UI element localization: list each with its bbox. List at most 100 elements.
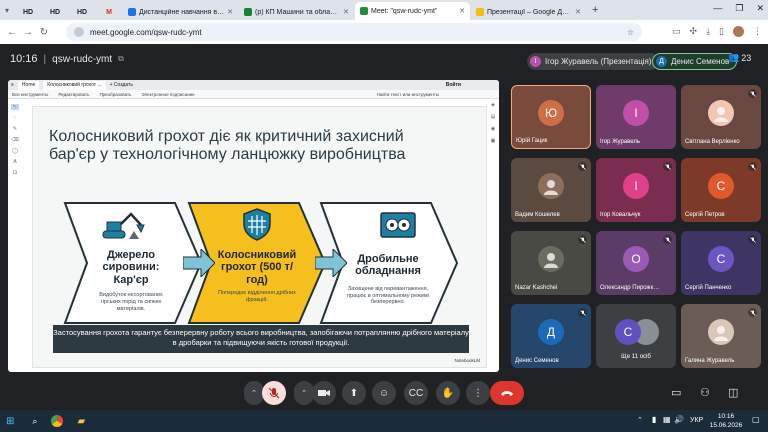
- rail-icon-3[interactable]: ◉: [491, 126, 495, 132]
- raise-hand-button[interactable]: ✋: [436, 381, 460, 405]
- camera-toggle-button[interactable]: [312, 381, 336, 405]
- presenting-pill[interactable]: І Ігор Журавель (Презентація): [527, 53, 659, 70]
- participant-tile[interactable]: Вадим Кошелев: [511, 158, 591, 222]
- bookmark-star-icon[interactable]: ☆: [627, 28, 634, 37]
- stamp-tool-icon[interactable]: ⊡: [13, 170, 17, 176]
- participant-tile[interactable]: С Ще 11 осіб: [596, 304, 676, 368]
- download-icon[interactable]: ⤓: [706, 26, 710, 37]
- tab-close-icon[interactable]: ✕: [459, 7, 465, 15]
- participant-tile[interactable]: Галина Журавель: [681, 304, 761, 368]
- participant-tile[interactable]: І Ігор Журавель: [596, 85, 676, 149]
- viewer-menu-2[interactable]: Преобразовать: [99, 92, 131, 97]
- more-options-button[interactable]: ⋮: [466, 381, 490, 405]
- chat-icon[interactable]: ▭: [671, 386, 681, 399]
- participant-tile[interactable]: Ю Юрій Гацик: [511, 85, 591, 149]
- participant-tile[interactable]: І Ігор Ковальчук: [596, 158, 676, 222]
- lasso-tool-icon[interactable]: ◯: [12, 148, 18, 154]
- camera-options-button[interactable]: ⌃: [294, 381, 314, 405]
- taskbar-hidden-icons[interactable]: ⌃: [637, 416, 643, 424]
- participant-avatar: С: [708, 173, 734, 200]
- present-screen-button[interactable]: ⬆: [342, 381, 366, 405]
- step1-desc: Видобуток несортованих гірських порід та…: [99, 291, 163, 312]
- notifications-icon[interactable]: ▢: [752, 415, 760, 424]
- step2-title: Колосниковий грохот (500 т/год): [217, 249, 297, 286]
- browser-tab-bar: ▾ HD HD HD M Дистанційне навчання в ВСП ✕ (р) …: [0, 0, 768, 20]
- browser-tab-1[interactable]: HD: [42, 4, 68, 20]
- sidepanel-icon[interactable]: ▯: [719, 26, 724, 37]
- rail-icon-4[interactable]: ▣: [491, 138, 496, 144]
- maximize-icon[interactable]: ❐: [735, 3, 743, 14]
- participant-tile[interactable]: Світлана Верліенко: [681, 85, 761, 149]
- viewer-tab-document[interactable]: Колосниковий грохот ...: [43, 80, 106, 90]
- tab-label: M: [106, 8, 112, 16]
- participant-name: Сергій Петров: [685, 212, 725, 218]
- participants-button[interactable]: 👥 23: [728, 52, 751, 63]
- participant-name: Ігор Журавель: [600, 139, 641, 145]
- select-tool-icon[interactable]: ↖: [11, 104, 19, 110]
- step1-title: Джерело сировини: Кар'єр: [102, 249, 160, 286]
- participant-tile[interactable]: С Сергій Петров: [681, 158, 761, 222]
- viewer-menu-icon[interactable]: ≡: [11, 82, 14, 88]
- windows-start-icon[interactable]: ⊞: [6, 416, 14, 427]
- taskbar-files-icon[interactable]: ▰: [77, 416, 85, 427]
- mic-options-button[interactable]: ⌃: [244, 381, 264, 405]
- rail-icon-2[interactable]: ▤: [491, 114, 496, 120]
- viewer-search[interactable]: Найти текст или инструменты: [377, 92, 439, 97]
- viewer-menu-0[interactable]: Все инструменты: [12, 92, 48, 97]
- tab-close-icon[interactable]: ✕: [227, 8, 233, 16]
- viewer-tab-home[interactable]: Home: [17, 80, 40, 90]
- browser-tab-2[interactable]: HD: [69, 4, 95, 20]
- back-icon[interactable]: ←: [4, 27, 20, 38]
- emoji-button[interactable]: ☺: [372, 381, 396, 405]
- participant-tile[interactable]: О Олександр Пирожк…: [596, 231, 676, 295]
- taskbar-search-icon[interactable]: ⌕: [32, 416, 37, 427]
- url-field[interactable]: meet.google.com/qsw-rudc-ymt ☆: [66, 23, 642, 41]
- browser-tab-6[interactable]: Meet: "qsw-rudc-ymt" ✕: [355, 2, 470, 20]
- self-pill[interactable]: Д Денис Семенов: [652, 53, 738, 70]
- reload-icon[interactable]: ↻: [36, 27, 52, 38]
- close-window-icon[interactable]: ✕: [756, 3, 764, 14]
- shield-grid-icon: [243, 208, 271, 241]
- leave-call-button[interactable]: [490, 381, 524, 405]
- new-tab-button[interactable]: +: [592, 4, 598, 16]
- tab-close-icon[interactable]: ✕: [343, 8, 349, 16]
- volume-icon[interactable]: 🔊: [674, 415, 684, 424]
- taskbar-clock[interactable]: 10:16 15.06.2026: [708, 412, 744, 430]
- browser-tab-7[interactable]: Презентації – Google Диск ✕: [471, 4, 586, 20]
- viewer-menu-3[interactable]: Электронное подписание: [141, 92, 194, 97]
- tab-list-icon[interactable]: ▾: [0, 6, 14, 15]
- taskbar-chrome-icon[interactable]: [51, 415, 64, 427]
- copy-link-icon[interactable]: ⧉: [118, 54, 124, 64]
- meeting-controls: ⌃ ⌃ ⬆ ☺ CC ✋ ⋮ ▭ ⚇ ◫: [0, 378, 768, 408]
- captions-button[interactable]: CC: [404, 381, 428, 405]
- text-tool-icon[interactable]: A: [13, 159, 16, 165]
- participant-tile[interactable]: Nazar Kashchei: [511, 231, 591, 295]
- tab-close-icon[interactable]: ✕: [575, 8, 581, 16]
- camera-icon: [318, 390, 330, 396]
- comment-tool-icon[interactable]: ◌: [14, 115, 17, 121]
- browser-tab-4[interactable]: Дистанційне навчання в ВСП ✕: [123, 4, 238, 20]
- viewer-signin[interactable]: Войти: [446, 82, 461, 88]
- keyboard-language[interactable]: УКР: [690, 417, 703, 424]
- viewer-menu-1[interactable]: Редактировать: [58, 92, 89, 97]
- rail-icon-1[interactable]: ◈: [491, 102, 495, 108]
- forward-icon[interactable]: →: [20, 27, 36, 38]
- activities-icon[interactable]: ◫: [728, 386, 738, 399]
- viewer-tab-new[interactable]: + Создать: [110, 82, 133, 88]
- mic-toggle-button[interactable]: [262, 381, 286, 405]
- minimize-icon[interactable]: —: [713, 3, 722, 14]
- browser-tab-3[interactable]: M: [96, 4, 122, 20]
- participant-tile[interactable]: С Сергій Панченко: [681, 231, 761, 295]
- people-panel-icon[interactable]: ⚇: [700, 386, 710, 399]
- eraser-tool-icon[interactable]: ⌫: [11, 137, 18, 143]
- browser-tab-5[interactable]: (р) КП Машини та обладнання✕: [239, 4, 354, 20]
- participant-count: 23: [741, 52, 752, 63]
- browser-tab-0[interactable]: HD: [15, 4, 41, 20]
- extensions-icon[interactable]: ✣: [690, 26, 698, 37]
- participant-tile[interactable]: Д Денис Семенов: [511, 304, 591, 368]
- pen-tool-icon[interactable]: ✎: [13, 126, 17, 132]
- profile-avatar[interactable]: [733, 26, 744, 37]
- site-info-icon[interactable]: [74, 27, 84, 37]
- browser-menu-icon[interactable]: ⋮: [753, 26, 762, 37]
- cast-icon[interactable]: ▭: [672, 26, 681, 37]
